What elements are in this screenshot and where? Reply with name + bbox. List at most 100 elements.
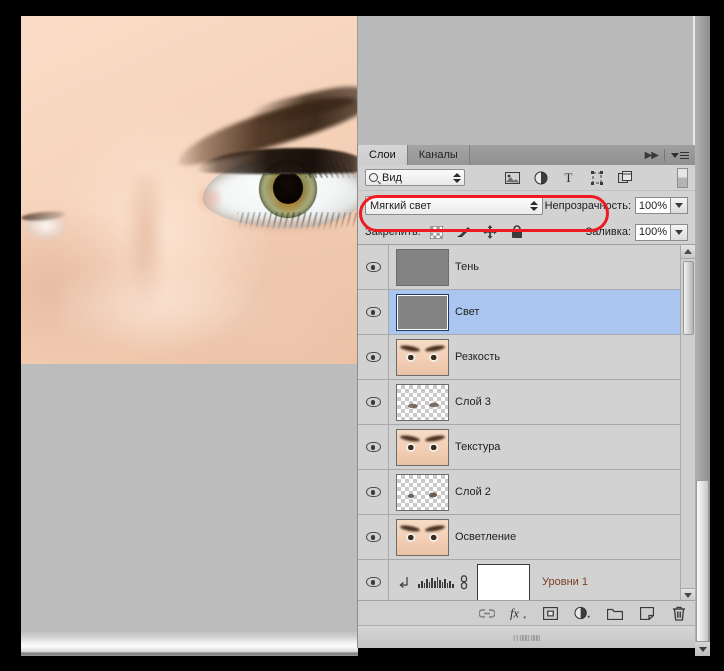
eye-pupil (273, 172, 303, 204)
scrollbar[interactable] (680, 245, 695, 602)
lock-position-icon[interactable] (483, 225, 498, 240)
dock-scrollbar[interactable] (695, 16, 710, 656)
layer-filter-row: Вид T (358, 165, 695, 191)
layer-visibility-toggle[interactable] (358, 560, 389, 602)
new-group-icon[interactable] (606, 605, 623, 622)
table-row[interactable]: Текстура (358, 425, 695, 470)
layer-thumbnail-cell[interactable] (389, 428, 455, 466)
thumbnail-content (407, 492, 437, 498)
layer-style-fx-icon[interactable]: fx (510, 605, 527, 622)
svg-text:T: T (565, 171, 573, 184)
tab-layers[interactable]: Слои (358, 145, 408, 165)
fill-input[interactable]: 100% (635, 223, 671, 241)
opacity-input[interactable]: 100% (635, 197, 671, 214)
table-row[interactable]: Уровни 1 (358, 560, 695, 602)
blend-mode-select[interactable]: Мягкий свет (365, 196, 543, 215)
opacity-dropdown-icon[interactable] (671, 197, 688, 214)
layer-visibility-toggle[interactable] (358, 515, 389, 559)
layer-thumbnail-cell[interactable] (389, 338, 455, 376)
tab-layers-label: Слои (369, 149, 396, 161)
image-filter-icon[interactable] (505, 170, 520, 185)
layer-thumbnail-cell[interactable] (389, 293, 455, 331)
link-layers-icon[interactable] (478, 605, 495, 622)
new-layer-icon[interactable] (638, 605, 655, 622)
tab-bar-spacer (469, 145, 639, 165)
eye-icon (365, 487, 381, 497)
eye-icon (365, 442, 381, 452)
dock-scrollbar-thumb[interactable] (696, 480, 709, 642)
layer-thumbnail (395, 383, 449, 421)
scroll-up-arrow[interactable] (681, 245, 695, 259)
dock-scroll-down-arrow[interactable] (695, 642, 710, 656)
lock-transparent-pixels-icon[interactable] (429, 225, 444, 240)
dock-gutter (357, 16, 695, 145)
type-filter-icon[interactable]: T (561, 170, 576, 185)
eye-icon (365, 532, 381, 542)
smart-object-filter-icon[interactable] (617, 170, 632, 185)
screenshot-root: Слои Каналы ▶▶ Вид T Мягкий свет Непрозр… (0, 0, 724, 671)
layer-name[interactable]: Слой 2 (455, 486, 491, 498)
lock-image-pixels-icon[interactable] (456, 225, 471, 240)
layer-thumbnail-cell[interactable] (389, 248, 455, 286)
blend-mode-value: Мягкий свет (370, 199, 432, 212)
tab-channels-label: Каналы (418, 149, 458, 161)
document-status-bar (21, 632, 358, 656)
layer-visibility-toggle[interactable] (358, 380, 389, 424)
link-mask-icon[interactable] (453, 574, 475, 590)
table-row[interactable]: Слой 3 (358, 380, 695, 425)
layer-visibility-toggle[interactable] (358, 335, 389, 379)
add-layer-mask-icon[interactable] (542, 605, 559, 622)
table-row[interactable]: Слой 2 (358, 470, 695, 515)
thumbnail-content (407, 402, 439, 408)
eye-group (195, 136, 358, 260)
search-icon (369, 173, 378, 182)
layer-name[interactable]: Резкость (455, 351, 500, 363)
eye-icon (365, 577, 381, 587)
layer-list[interactable]: Тень Свет Резкость Слой 3 Текстура Слой … (358, 245, 695, 602)
thumbnail-selection-marks (397, 295, 448, 330)
table-row[interactable]: Тень (358, 245, 695, 290)
layer-name[interactable]: Тень (455, 261, 479, 273)
layer-thumbnail (395, 428, 449, 466)
scrollbar-thumb[interactable] (683, 261, 694, 335)
lock-all-icon[interactable] (510, 225, 525, 240)
layer-thumbnail-cell[interactable] (389, 473, 455, 511)
shape-filter-icon[interactable] (589, 170, 604, 185)
panel-resize-grip[interactable] (513, 635, 541, 641)
filter-type-label: Вид (382, 171, 402, 184)
eye-icon (365, 307, 381, 317)
layer-visibility-toggle[interactable] (358, 290, 389, 334)
filter-type-select[interactable]: Вид (365, 169, 465, 186)
panel-menu-icon[interactable] (671, 151, 689, 159)
table-row[interactable]: Осветление (358, 515, 695, 560)
layer-visibility-toggle[interactable] (358, 425, 389, 469)
spinner-icon[interactable] (453, 172, 461, 183)
table-row[interactable]: Свет (358, 290, 695, 335)
adjustment-filter-icon[interactable] (533, 170, 548, 185)
document-empty-area (21, 364, 358, 632)
document-window (21, 16, 358, 656)
layer-name[interactable]: Текстура (455, 441, 500, 453)
table-row[interactable]: Резкость (358, 335, 695, 380)
fill-dropdown-icon[interactable] (671, 223, 688, 241)
layer-name[interactable]: Свет (455, 306, 479, 318)
layer-thumbnail-cell[interactable] (389, 518, 455, 556)
layer-name[interactable]: Уровни 1 (542, 576, 588, 588)
tab-bar-divider (664, 149, 665, 161)
document-canvas[interactable] (21, 16, 358, 364)
tab-channels[interactable]: Каналы (407, 145, 470, 165)
expand-panels-icon[interactable]: ▶▶ (645, 150, 659, 161)
delete-layer-icon[interactable] (670, 605, 687, 622)
layer-name[interactable]: Осветление (455, 531, 516, 543)
blend-mode-spinner-icon[interactable] (530, 200, 538, 211)
new-adjustment-layer-icon[interactable] (574, 605, 591, 622)
filter-enable-toggle[interactable] (677, 168, 688, 188)
layer-visibility-toggle[interactable] (358, 470, 389, 514)
layers-panel-footer: fx (358, 600, 696, 625)
layer-visibility-toggle[interactable] (358, 245, 389, 289)
layers-panel: Слои Каналы ▶▶ Вид T Мягкий свет Непрозр… (357, 145, 696, 648)
layer-mask-thumbnail[interactable] (477, 563, 530, 601)
fill-group: Заливка: 100% (586, 223, 688, 241)
layer-thumbnail-cell[interactable] (389, 383, 455, 421)
layer-name[interactable]: Слой 3 (455, 396, 491, 408)
